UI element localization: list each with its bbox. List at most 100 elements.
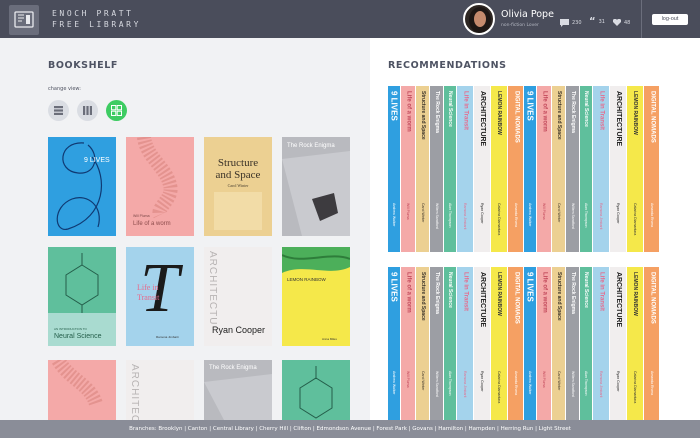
spine-title: The Rock Enigma (433, 91, 440, 133)
book-spine[interactable]: LEMON RAINBOW Catarina Diamantara (627, 86, 643, 252)
library-logo[interactable] (9, 5, 39, 35)
top-bar: ENOCH PRATT FREE LIBRARY Olivia Pope non… (0, 0, 700, 38)
spine-author: Willem Sandford (434, 203, 439, 229)
branches-footer: Branches: Brooklyn | Canton | Central Li… (0, 420, 700, 438)
book-cover-row3-architecture[interactable]: ARCHITECTURE (126, 360, 194, 420)
spine-title: Life in Transit (462, 272, 469, 312)
spine-title: Structure and Space (419, 272, 426, 321)
book-spine[interactable]: Structure and Space Carol Winter (416, 86, 429, 252)
cover-vertical-text: ARCHITECTURE (129, 364, 140, 420)
stack-view-button[interactable] (48, 100, 69, 121)
spine-view-button[interactable] (77, 100, 98, 121)
book-spine[interactable]: Life in Transit Ramona Jimbarti (457, 86, 473, 252)
library-brand: ENOCH PRATT FREE LIBRARY (52, 8, 141, 30)
cover-title: 9 LIVES (84, 157, 110, 164)
cover-author: Ryan Cooper (212, 325, 266, 335)
likes-stat[interactable]: 48 (613, 19, 630, 26)
book-spine[interactable]: ARCHITECTURE Ryan Cooper (610, 267, 626, 420)
spine-title: Life of a worm (541, 91, 548, 132)
book-spine[interactable]: 9 LIVES Andrew Walker (388, 267, 400, 420)
book-spine[interactable]: Life in Transit Ramona Jimbarti (593, 267, 609, 420)
book-cover-row3-rock[interactable]: The Rock Enigma (204, 360, 272, 420)
spine-author: Andrew Walker (392, 203, 396, 227)
logout-button[interactable]: log-out (652, 14, 688, 25)
spine-title: Structure and Space (555, 91, 562, 140)
book-spine[interactable]: DIGITAL NOMADS Amanda Rivera (644, 86, 659, 252)
spine-author: Ryan Cooper (616, 371, 620, 392)
spine-title: Neural Science (582, 272, 589, 308)
spine-author: Amanda Rivera (513, 371, 518, 396)
book-cover-neural-science[interactable]: AN INTRODUCTION TO Neural Science (48, 247, 116, 346)
spine-author: Andrew Walker (528, 371, 532, 395)
spine-title: Neural Science (446, 91, 453, 127)
quotes-stat[interactable]: “ 31 (589, 17, 605, 27)
avatar[interactable] (463, 3, 495, 35)
book-spine[interactable]: 9 LIVES Andrew Walker (524, 86, 536, 252)
spine-author: Ramona Jimbarti (599, 203, 603, 230)
book-spine[interactable]: Neural Science Alan Thompson (580, 86, 592, 252)
book-spine[interactable]: The Rock Enigma Willem Sandford (430, 86, 443, 252)
cover-title: Life of a worm (133, 221, 171, 227)
spine-author: Amanda Rivera (513, 203, 518, 228)
cover-title: Life in Transit (137, 283, 160, 302)
comments-stat[interactable]: 230 (560, 19, 582, 27)
book-spine[interactable]: LEMON RAINBOW Catarina Diamantara (491, 86, 507, 252)
book-spine[interactable]: DIGITAL NOMADS Amanda Rivera (644, 267, 659, 420)
book-spine[interactable]: ARCHITECTURE Ryan Cooper (610, 86, 626, 252)
change-view-label: change view: (48, 86, 81, 92)
book-spine[interactable]: DIGITAL NOMADS Amanda Rivera (508, 267, 523, 420)
spine-author: Carol Winter (420, 203, 425, 223)
spine-title: Structure and Space (419, 91, 426, 140)
book-spine[interactable]: Structure and Space Carol Winter (552, 86, 565, 252)
book-cover-row3-worm[interactable] (48, 360, 116, 420)
comment-icon (560, 19, 569, 27)
book-spine[interactable]: 9 LIVES Andrew Walker (388, 86, 400, 252)
book-spine[interactable]: LEMON RAINBOW Catarina Diamantara (491, 267, 507, 420)
book-spine[interactable]: Life of a worm Will Pluma (537, 86, 551, 252)
book-cover-lemon-rainbow[interactable]: LEMON RAINBOW Anna Miles (282, 247, 350, 346)
rock-art (282, 151, 350, 236)
spine-author: Ramona Jimbarti (463, 371, 467, 398)
book-cover-the-rock-enigma[interactable]: The Rock Enigma (282, 137, 350, 236)
spine-title: DIGITAL NOMADS (512, 91, 519, 143)
book-spine[interactable]: LEMON RAINBOW Catarina Diamantara (627, 267, 643, 420)
grid-view-button[interactable] (106, 100, 127, 121)
user-name[interactable]: Olivia Pope (501, 9, 554, 20)
book-spine[interactable]: ARCHITECTURE Ryan Cooper (474, 267, 490, 420)
book-spine[interactable]: Structure and Space Carol Winter (552, 267, 565, 420)
book-cover-architecture[interactable]: ARCHITECTURE Ryan Cooper (204, 247, 272, 346)
book-spine[interactable]: The Rock Enigma Willem Sandford (430, 267, 443, 420)
book-spine[interactable]: The Rock Enigma Willem Sandford (566, 86, 579, 252)
spine-title: Life of a worm (541, 272, 548, 313)
spine-author: Ryan Cooper (480, 203, 484, 224)
spine-author: Andrew Walker (392, 371, 396, 395)
spine-author: Carol Winter (556, 203, 561, 223)
book-spine[interactable]: Neural Science Alan Thompson (444, 267, 456, 420)
book-spine[interactable]: ARCHITECTURE Ryan Cooper (474, 86, 490, 252)
book-cover-life-in-transit[interactable]: T Life in Transit Ramona Jimbarti (126, 247, 194, 346)
book-spine[interactable]: The Rock Enigma Willem Sandford (566, 267, 579, 420)
book-spine[interactable]: Life of a worm Will Pluma (401, 86, 415, 252)
worm-art-2 (51, 360, 103, 407)
book-cover-row3-neural[interactable] (282, 360, 350, 420)
book-spine[interactable]: Life in Transit Ramona Jimbarti (457, 267, 473, 420)
book-cover-9-lives[interactable]: 9 LIVES (48, 137, 116, 236)
book-spine[interactable]: Life of a worm Will Pluma (537, 267, 551, 420)
spine-author: Willem Sandford (570, 371, 575, 397)
spine-title: LEMON RAINBOW (631, 272, 638, 316)
cover-author: Will Pluma (133, 214, 150, 218)
spine-author: Ramona Jimbarti (463, 203, 467, 230)
spine-title: LEMON RAINBOW (631, 91, 638, 135)
book-spine[interactable]: Life in Transit Ramona Jimbarti (593, 86, 609, 252)
book-spine[interactable]: DIGITAL NOMADS Amanda Rivera (508, 86, 523, 252)
book-cover-life-of-a-worm[interactable]: Will Pluma Life of a worm (126, 137, 194, 236)
book-cover-structure-and-space[interactable]: Structure and Space Carol Winter (204, 137, 272, 236)
spine-author: Alan Thompson (584, 371, 588, 396)
book-spine[interactable]: Neural Science Alan Thompson (444, 86, 456, 252)
book-spine[interactable]: Neural Science Alan Thompson (580, 267, 592, 420)
spine-author: Will Pluma (542, 371, 546, 388)
quotes-count: 31 (598, 19, 605, 25)
book-spine[interactable]: 9 LIVES Andrew Walker (524, 267, 536, 420)
book-spine[interactable]: Structure and Space Carol Winter (416, 267, 429, 420)
book-spine[interactable]: Life of a worm Will Pluma (401, 267, 415, 420)
